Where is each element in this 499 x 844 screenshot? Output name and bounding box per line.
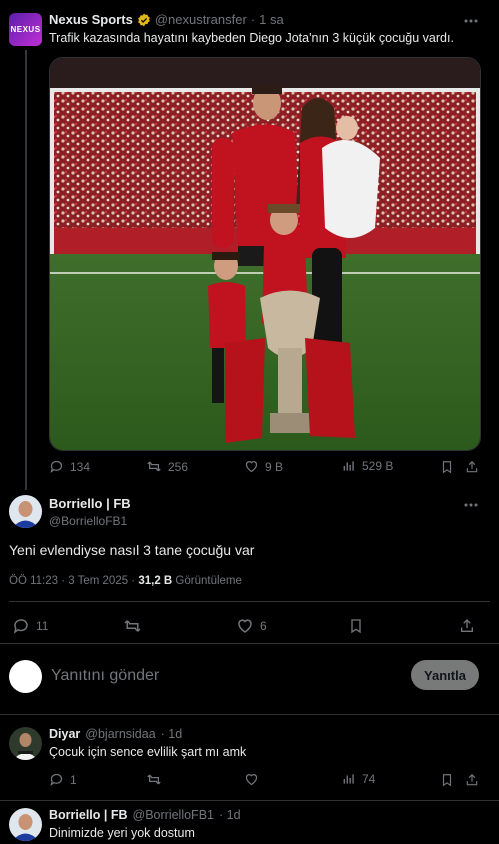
post-like-count: 6 (260, 619, 267, 633)
quoted-views-count: 529 B (362, 459, 394, 473)
reply-reply-count: 1 (70, 772, 77, 787)
repost-icon (146, 772, 162, 787)
divider (0, 800, 499, 801)
quoted-repost-count: 256 (168, 459, 189, 474)
reply-icon (49, 772, 64, 787)
borriello-avatar[interactable] (9, 808, 42, 841)
post-views-count: 31,2 B (138, 575, 173, 587)
nexus-avatar[interactable]: NEXUS (9, 13, 42, 46)
post-repost-action[interactable] (123, 617, 142, 635)
post-views-label: Görüntüleme (172, 575, 242, 587)
quoted-author-name[interactable]: Nexus Sports (49, 12, 133, 27)
reply-icon (49, 459, 64, 474)
reply-button[interactable]: Yanıtla (411, 660, 479, 690)
quoted-text: Trafik kazasında hayatını kaybeden Diego… (49, 31, 454, 45)
reply-header: Diyar @bjarnsidaa · 1d (49, 727, 182, 741)
post-share-icon[interactable] (459, 617, 475, 635)
heart-icon (244, 459, 259, 474)
borriello-avatar[interactable] (9, 495, 42, 528)
reply-author-name[interactable]: Borriello | FB (49, 808, 128, 822)
views-icon (342, 772, 356, 786)
heart-icon (236, 617, 254, 635)
reply-views-action[interactable]: 74 (342, 772, 375, 786)
reply-text: Dinimizde yeri yok dostum (49, 826, 195, 840)
post-handle[interactable]: @BorrielloFB1 (49, 514, 127, 528)
share-icon[interactable] (465, 459, 479, 475)
reply-time[interactable]: · 1d (219, 808, 241, 822)
reply-views-count: 74 (362, 772, 376, 786)
post-more-options-icon[interactable] (462, 498, 480, 512)
quoted-like-count: 9 B (265, 459, 284, 474)
more-options-icon[interactable] (462, 14, 480, 28)
avatar-logo-text: NEXUS (10, 25, 41, 34)
quoted-handle[interactable]: @nexustransfer (155, 12, 247, 27)
post-timestamp[interactable]: ÖÖ 11:23 · 3 Tem 2025 · (9, 575, 138, 587)
reply-reply-action[interactable]: 1 (49, 772, 77, 787)
reply-like-action[interactable] (244, 772, 259, 787)
post-reply-action[interactable]: 11 (12, 617, 48, 635)
reply-bookmark-icon[interactable] (440, 772, 454, 788)
quoted-reply-action[interactable]: 134 (49, 459, 90, 474)
reply-repost-action[interactable] (146, 772, 162, 787)
views-icon (342, 459, 356, 473)
reply-icon (12, 617, 30, 635)
diyar-avatar[interactable] (9, 727, 42, 760)
bookmark-icon[interactable] (440, 459, 454, 475)
quoted-repost-action[interactable]: 256 (146, 459, 188, 474)
post-text: Yeni evlendiyse nasıl 3 tane çocuğu var (9, 542, 255, 558)
post-bookmark-icon[interactable] (348, 617, 364, 635)
reply-share-icon[interactable] (465, 772, 479, 788)
reply-author-name[interactable]: Diyar (49, 727, 80, 741)
reply-time[interactable]: · 1d (161, 727, 183, 741)
divider (0, 643, 499, 644)
tweet-photo[interactable] (49, 57, 481, 451)
quoted-header: Nexus Sports @nexustransfer · 1 sa (49, 12, 284, 27)
post-reply-count: 11 (36, 619, 49, 633)
repost-icon (146, 459, 162, 474)
thread-line (25, 50, 27, 490)
quoted-reply-count: 134 (70, 459, 91, 474)
divider (0, 714, 499, 715)
quoted-time[interactable]: 1 sa (259, 12, 284, 27)
post-like-action[interactable]: 6 (236, 617, 267, 635)
post-meta: ÖÖ 11:23 · 3 Tem 2025 · 31,2 B Görüntüle… (9, 575, 242, 587)
heart-icon (244, 772, 259, 787)
reply-handle[interactable]: @bjarnsidaa (85, 727, 155, 741)
quoted-like-action[interactable]: 9 B (244, 459, 283, 474)
reply-header: Borriello | FB @BorrielloFB1 · 1d (49, 808, 241, 822)
divider (9, 601, 490, 602)
verified-badge-icon (137, 13, 151, 27)
reply-text: Çocuk için sence evlilik şart mı amk (49, 745, 247, 759)
reply-handle[interactable]: @BorrielloFB1 (133, 808, 214, 822)
repost-icon (123, 617, 142, 635)
own-avatar[interactable] (9, 660, 42, 693)
reply-input[interactable]: Yanıtını gönder (51, 667, 391, 685)
post-author-name[interactable]: Borriello | FB (49, 496, 131, 511)
quoted-views-action[interactable]: 529 B (342, 459, 393, 473)
